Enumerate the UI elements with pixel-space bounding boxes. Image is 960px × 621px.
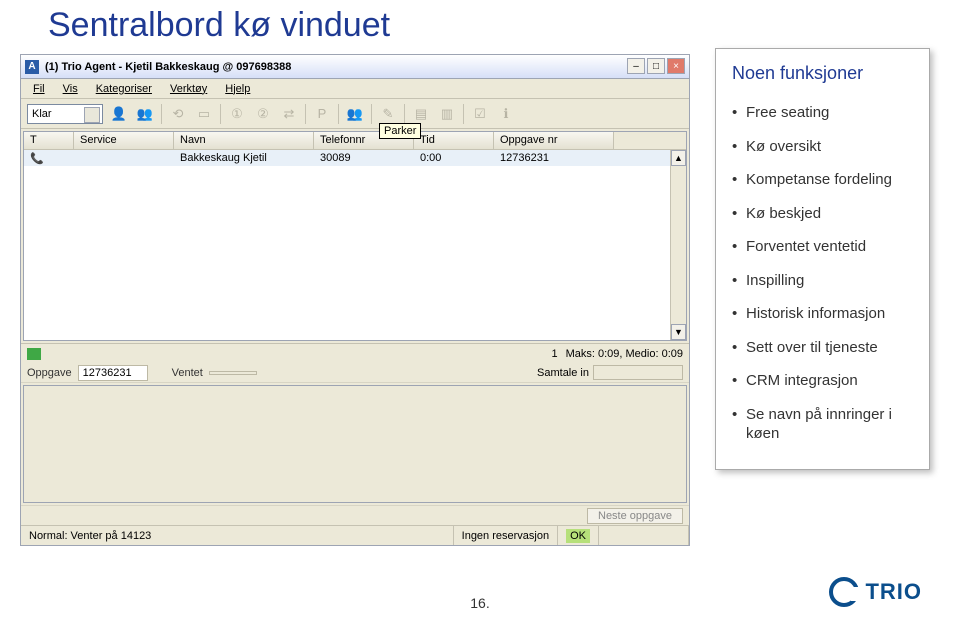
menu-kategoriser[interactable]: Kategoriser	[88, 81, 160, 97]
minimize-button[interactable]: –	[627, 58, 645, 74]
menu-verktoy[interactable]: Verktøy	[162, 81, 215, 97]
ventet-label: Ventet	[172, 367, 203, 379]
one-icon[interactable]: ①	[227, 104, 247, 124]
sidebar-panel: Noen funksjoner Free seating Kø oversikt…	[715, 48, 930, 470]
cell-opp: 12736231	[494, 151, 614, 165]
oppgave-value: 12736231	[78, 365, 148, 381]
table-header: T Service Navn Telefonnr Tid Oppgave nr	[24, 132, 686, 150]
app-window: A (1) Trio Agent - Kjetil Bakkeskaug @ 0…	[20, 54, 690, 546]
titlebar[interactable]: A (1) Trio Agent - Kjetil Bakkeskaug @ 0…	[21, 55, 689, 79]
detail-panel: Oppgave 12736231 Ventet Samtale in Neste…	[21, 363, 689, 525]
two-icon[interactable]: ②	[253, 104, 273, 124]
list-item: Se navn på innringer i køen	[732, 398, 913, 451]
separator	[161, 104, 162, 124]
separator	[305, 104, 306, 124]
status-indicator-icon	[27, 348, 41, 360]
queue-stats: Maks: 0:09, Medio: 0:09	[566, 348, 683, 360]
info-row: Oppgave 12736231 Ventet Samtale in	[21, 363, 689, 383]
list-item: Inspilling	[732, 264, 913, 298]
menu-vis[interactable]: Vis	[55, 81, 86, 97]
col-t[interactable]: T	[24, 132, 74, 149]
cell-navn: Bakkeskaug Kjetil	[174, 151, 314, 165]
detail-area	[23, 385, 687, 503]
logo-icon	[829, 577, 859, 607]
scroll-up-icon[interactable]: ▲	[671, 150, 686, 166]
tooltip-parker: Parker	[379, 123, 421, 139]
samtale-label: Samtale in	[537, 367, 589, 379]
list-item: Kø beskjed	[732, 197, 913, 231]
table-body: 📞 Bakkeskaug Kjetil 30089 0:00 12736231 …	[24, 150, 686, 340]
scroll-down-icon[interactable]: ▼	[671, 324, 686, 340]
status-ok: OK	[558, 526, 599, 545]
info-icon[interactable]: ℹ	[496, 104, 516, 124]
scroll-track[interactable]	[671, 166, 686, 324]
list-item: Kø oversikt	[732, 130, 913, 164]
neste-oppgave-button[interactable]: Neste oppgave	[587, 508, 683, 524]
slide-title: Sentralbord kø vinduet	[48, 6, 390, 45]
status-combo[interactable]: Klar	[27, 104, 103, 124]
status-reservation: Ingen reservasjon	[454, 526, 558, 545]
list-item: Historisk informasjon	[732, 297, 913, 331]
feature-list: Free seating Kø oversikt Kompetanse ford…	[732, 96, 913, 451]
queue-status-strip: 1 Maks: 0:09, Medio: 0:09	[21, 343, 689, 363]
statusbar: Normal: Venter på 14123 Ingen reservasjo…	[21, 525, 689, 545]
group-icon[interactable]: 👥	[345, 104, 365, 124]
logo: TRIO	[829, 577, 922, 607]
window-controls: – □ ×	[627, 58, 685, 74]
separator	[463, 104, 464, 124]
col-tid[interactable]: Tid	[414, 132, 494, 149]
toolbar: Klar 👤 👥 ⟲ ▭ ① ② ⇄ P 👥 ✎ ▤ ▥ ☑ ℹ Parker	[21, 99, 689, 129]
table-row[interactable]: 📞 Bakkeskaug Kjetil 30089 0:00 12736231	[24, 150, 686, 166]
card-icon[interactable]: ▭	[194, 104, 214, 124]
list-item: Forventet ventetid	[732, 230, 913, 264]
separator	[404, 104, 405, 124]
doc-icon[interactable]: ▤	[411, 104, 431, 124]
samtale-box: Samtale in	[537, 365, 683, 380]
combo-value: Klar	[32, 108, 52, 120]
window-title: (1) Trio Agent - Kjetil Bakkeskaug @ 097…	[45, 61, 291, 73]
oppgave-label: Oppgave	[27, 367, 72, 379]
cell-service	[74, 157, 174, 159]
maximize-button[interactable]: □	[647, 58, 665, 74]
queue-count: 1	[551, 348, 557, 360]
cell-tel: 30089	[314, 151, 414, 165]
ventet-value	[209, 371, 257, 375]
col-navn[interactable]: Navn	[174, 132, 314, 149]
list-item: Kompetanse fordeling	[732, 163, 913, 197]
person-icon[interactable]: 👤	[109, 104, 129, 124]
queue-table: T Service Navn Telefonnr Tid Oppgave nr …	[23, 131, 687, 341]
status-left: Normal: Venter på 14123	[21, 526, 454, 545]
link-icon[interactable]: ⇄	[279, 104, 299, 124]
col-opp[interactable]: Oppgave nr	[494, 132, 614, 149]
sidebar-title: Noen funksjoner	[732, 63, 913, 84]
check-icon[interactable]: ☑	[470, 104, 490, 124]
neste-row: Neste oppgave	[21, 505, 689, 525]
list-item: Free seating	[732, 96, 913, 130]
status-pad	[599, 526, 689, 545]
page-number: 16.	[470, 595, 489, 611]
list-item: CRM integrasjon	[732, 364, 913, 398]
list-item: Sett over til tjeneste	[732, 331, 913, 365]
chart-icon[interactable]: ▥	[437, 104, 457, 124]
cell-t: 📞	[24, 151, 74, 166]
cell-tid: 0:00	[414, 151, 494, 165]
separator	[338, 104, 339, 124]
app-icon: A	[25, 60, 39, 74]
menubar: Fil Vis Kategoriser Verktøy Hjelp	[21, 79, 689, 99]
back-icon[interactable]: ⟲	[168, 104, 188, 124]
menu-hjelp[interactable]: Hjelp	[217, 81, 258, 97]
separator	[220, 104, 221, 124]
menu-fil[interactable]: Fil	[25, 81, 53, 97]
person2-icon[interactable]: 👥	[135, 104, 155, 124]
close-button[interactable]: ×	[667, 58, 685, 74]
park-icon[interactable]: P	[312, 104, 332, 124]
note-icon[interactable]: ✎	[378, 104, 398, 124]
separator	[371, 104, 372, 124]
logo-text: TRIO	[865, 579, 922, 605]
samtale-value	[593, 365, 683, 380]
scrollbar[interactable]: ▲ ▼	[670, 150, 686, 340]
col-service[interactable]: Service	[74, 132, 174, 149]
